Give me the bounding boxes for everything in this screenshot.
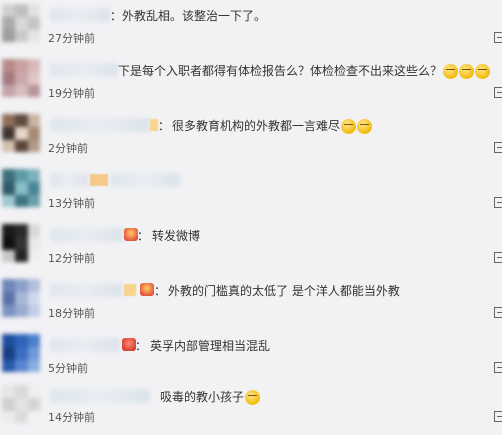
- comment-text-content: 很多教育机构的外教都一言难尽: [172, 119, 341, 133]
- colon-separator: ：: [154, 284, 167, 298]
- comment-text: 吸毒的教小孩子: [160, 388, 261, 405]
- comment-time: 2分钟前: [48, 142, 88, 155]
- comment-row: 吸毒的教小孩子 14分钟前: [0, 381, 502, 435]
- comment-time: 13分钟前: [48, 197, 95, 210]
- username-blurred[interactable]: [50, 118, 150, 132]
- sweat-smile-emoji-icon: [443, 64, 459, 79]
- comment-time: 19分钟前: [48, 87, 95, 100]
- comment-time: 14分钟前: [48, 411, 95, 424]
- comment-text-content: 吸毒的教小孩子: [160, 390, 245, 404]
- comment-text: 外教乱相。该整治一下了。: [122, 9, 267, 23]
- fan-badge-icon: [124, 228, 138, 241]
- comment-row: ： 外教的门槛真的太低了 是个洋人都能当外教 18分钟前: [0, 275, 502, 329]
- comment-text: 转发微博: [152, 229, 201, 243]
- fan-badge-icon: [122, 338, 136, 351]
- comment-row: ： 英孚内部管理相当混乱 5分钟前: [0, 330, 502, 384]
- member-badge-icon: [150, 119, 158, 131]
- avatar[interactable]: [2, 385, 40, 423]
- sweat-smile-emoji-icon: [459, 64, 475, 79]
- comment-text: 很多教育机构的外教都一言难尽: [172, 117, 373, 134]
- comment-row: 13分钟前: [0, 165, 502, 219]
- username-blurred[interactable]: [50, 283, 122, 297]
- comment-row: ： 很多教育机构的外教都一言难尽 2分钟前: [0, 110, 502, 164]
- comment-text: 下是每个入职者都得有体检报告么？体检检查不出来这些么？: [118, 62, 491, 79]
- avatar[interactable]: [2, 334, 40, 372]
- username-blurred[interactable]: [50, 173, 88, 187]
- avatar[interactable]: [2, 114, 40, 152]
- avatar[interactable]: [2, 4, 40, 42]
- crying-emoji-icon: [357, 119, 373, 134]
- comment-text-content: 下是每个入职者都得有体检报告么？体检检查不出来这些么？: [118, 64, 443, 78]
- reply-icon[interactable]: [494, 252, 502, 263]
- reply-icon[interactable]: [494, 307, 502, 318]
- comment-row: ： 外教乱相。该整治一下了。 27分钟前: [0, 0, 502, 54]
- username-blurred[interactable]: [50, 63, 118, 77]
- username-blurred[interactable]: [110, 173, 180, 187]
- avatar[interactable]: [2, 59, 40, 97]
- reply-icon[interactable]: [494, 362, 502, 373]
- colon-separator: ：: [135, 339, 148, 353]
- avatar[interactable]: [2, 169, 40, 207]
- comment-text: 外教的门槛真的太低了 是个洋人都能当外教: [168, 284, 400, 298]
- comment-row: 下是每个入职者都得有体检报告么？体检检查不出来这些么？ 19分钟前: [0, 55, 502, 109]
- crying-emoji-icon: [341, 119, 357, 134]
- comment-time: 27分钟前: [48, 32, 95, 45]
- sweat-smile-emoji-icon: [475, 64, 491, 79]
- member-badge-icon: [90, 174, 108, 186]
- colon-separator: ：: [110, 9, 123, 23]
- avatar[interactable]: [2, 224, 40, 262]
- username-blurred[interactable]: [50, 389, 150, 403]
- username-blurred[interactable]: [50, 338, 120, 352]
- comment-time: 18分钟前: [48, 307, 95, 320]
- comment-row: ： 转发微博 12分钟前: [0, 220, 502, 274]
- worried-emoji-icon: [245, 390, 261, 405]
- username-blurred[interactable]: [50, 228, 124, 242]
- fan-badge-icon: [140, 283, 154, 296]
- comment-time: 5分钟前: [48, 362, 88, 375]
- colon-separator: ：: [137, 229, 150, 243]
- reply-icon[interactable]: [494, 142, 502, 153]
- avatar[interactable]: [2, 279, 40, 317]
- colon-separator: ：: [158, 119, 171, 133]
- reply-icon[interactable]: [494, 197, 502, 208]
- comment-time: 12分钟前: [48, 252, 95, 265]
- username-blurred[interactable]: [50, 8, 110, 22]
- reply-icon[interactable]: [494, 411, 502, 422]
- comment-text: 英孚内部管理相当混乱: [150, 339, 271, 353]
- reply-icon[interactable]: [494, 32, 502, 43]
- reply-icon[interactable]: [494, 87, 502, 98]
- member-badge-icon: [124, 284, 136, 296]
